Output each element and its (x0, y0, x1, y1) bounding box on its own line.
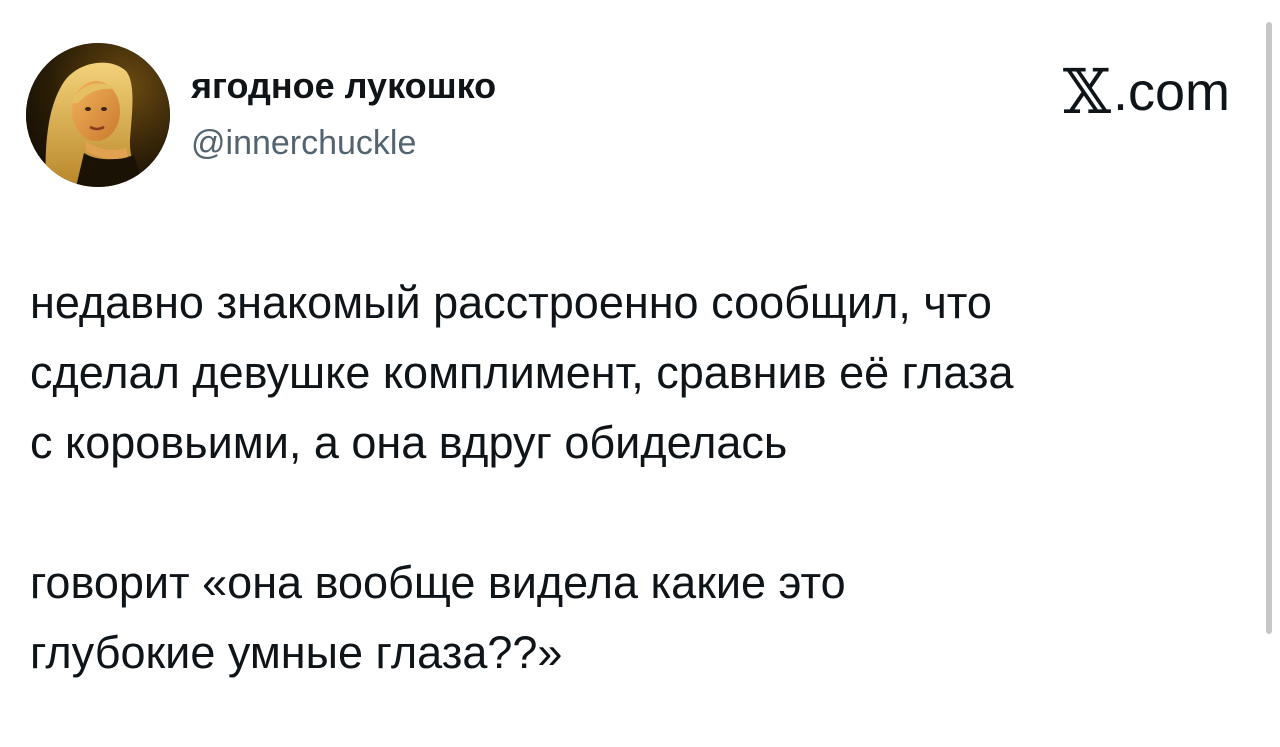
tweet-paragraph: недавно знакомый расстроенно сообщил, чт… (30, 277, 1014, 468)
tweet-paragraph: говорит «она вообще видела какие это глу… (30, 557, 846, 678)
x-brand-domain: .com (1112, 62, 1230, 122)
x-brand-logo: 𝕏 .com (1063, 60, 1230, 124)
vertical-scrollbar[interactable] (1266, 22, 1272, 634)
author-avatar[interactable] (26, 43, 170, 187)
author-display-name[interactable]: ягодное лукошко (191, 64, 496, 108)
avatar-photo (26, 43, 170, 187)
tweet-card: ягодное лукошко @innerchuckle 𝕏 .com нед… (0, 0, 1280, 747)
author-handle[interactable]: @innerchuckle (191, 122, 416, 164)
tweet-body: недавно знакомый расстроенно сообщил, чт… (30, 268, 1230, 688)
x-logo-icon: 𝕏 (1062, 55, 1111, 128)
